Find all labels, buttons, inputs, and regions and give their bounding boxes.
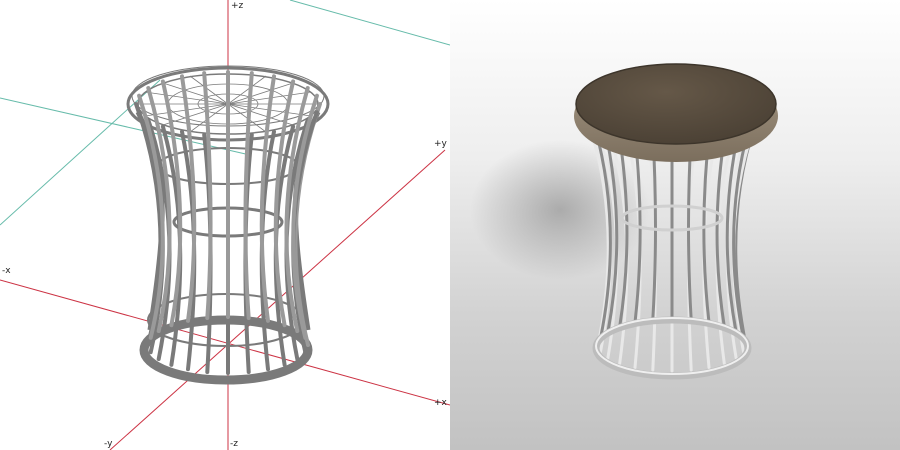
axis-label-x-neg: -x	[2, 266, 11, 276]
axis-label-y-neg: -y	[104, 439, 113, 449]
wireframe-canvas: +z -z +y -y +x -x	[0, 0, 450, 450]
frame-bar	[180, 74, 197, 323]
grid-line-3	[0, 79, 161, 226]
axis-label-y-pos: +y	[434, 139, 448, 149]
render-viewport[interactable]	[450, 0, 900, 450]
render-canvas	[470, 63, 778, 380]
axis-label-x-pos: +x	[434, 398, 448, 408]
axis-label-z-neg: -z	[230, 439, 238, 449]
frame-bar	[259, 74, 276, 323]
wireframe-viewport[interactable]: +z -z +y -y +x -x	[0, 0, 450, 450]
stool-bars	[134, 70, 322, 375]
x-axis	[0, 279, 450, 406]
grid-line-2	[289, 0, 450, 46]
axis-label-z-pos: +z	[231, 1, 244, 11]
